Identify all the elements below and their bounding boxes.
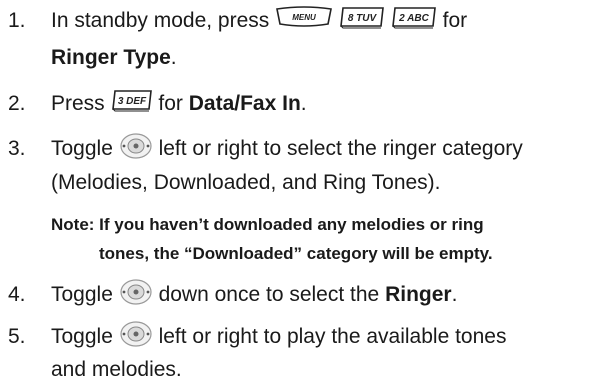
key-3-icon: 3 DEF xyxy=(111,89,153,113)
key-2-label: 2 ABC xyxy=(398,13,429,24)
data-fax-in-label: Data/Fax In xyxy=(188,92,301,115)
ringer-type-label: Ringer Type xyxy=(51,46,171,69)
ringer-label: Ringer xyxy=(385,283,452,306)
step-text: Toggle down once to select the Ringer. xyxy=(51,278,457,310)
step-text: Toggle left or right to select the ringe… xyxy=(51,132,523,164)
key-8-label: 8 TUV xyxy=(348,13,378,24)
navigation-key-icon xyxy=(119,278,153,306)
step-text: Press 3 DEF for Data/Fax In. xyxy=(51,89,307,119)
key-8-icon: 8 TUV xyxy=(339,6,385,30)
note-line-2: tones, the “Downloaded” category will be… xyxy=(99,244,493,263)
step-number: 4. xyxy=(8,283,26,306)
key-3-label: 3 DEF xyxy=(117,96,146,107)
navigation-key-icon xyxy=(119,132,153,160)
menu-key-label: MENU xyxy=(292,13,316,22)
note-line-1: Note: If you haven’t downloaded any melo… xyxy=(51,215,484,234)
navigation-key-icon xyxy=(119,320,153,348)
step-number: 5. xyxy=(8,325,26,348)
step-number: 2. xyxy=(8,92,26,115)
key-2-icon: 2 ABC xyxy=(391,6,437,30)
menu-key-icon: MENU xyxy=(275,6,333,30)
step-text: In standby mode, press MENU 8 TUV 2 ABC … xyxy=(51,6,467,36)
step-number: 3. xyxy=(8,137,26,160)
step-number: 1. xyxy=(8,9,26,32)
step-text: Toggle left or right to play the availab… xyxy=(51,320,506,352)
